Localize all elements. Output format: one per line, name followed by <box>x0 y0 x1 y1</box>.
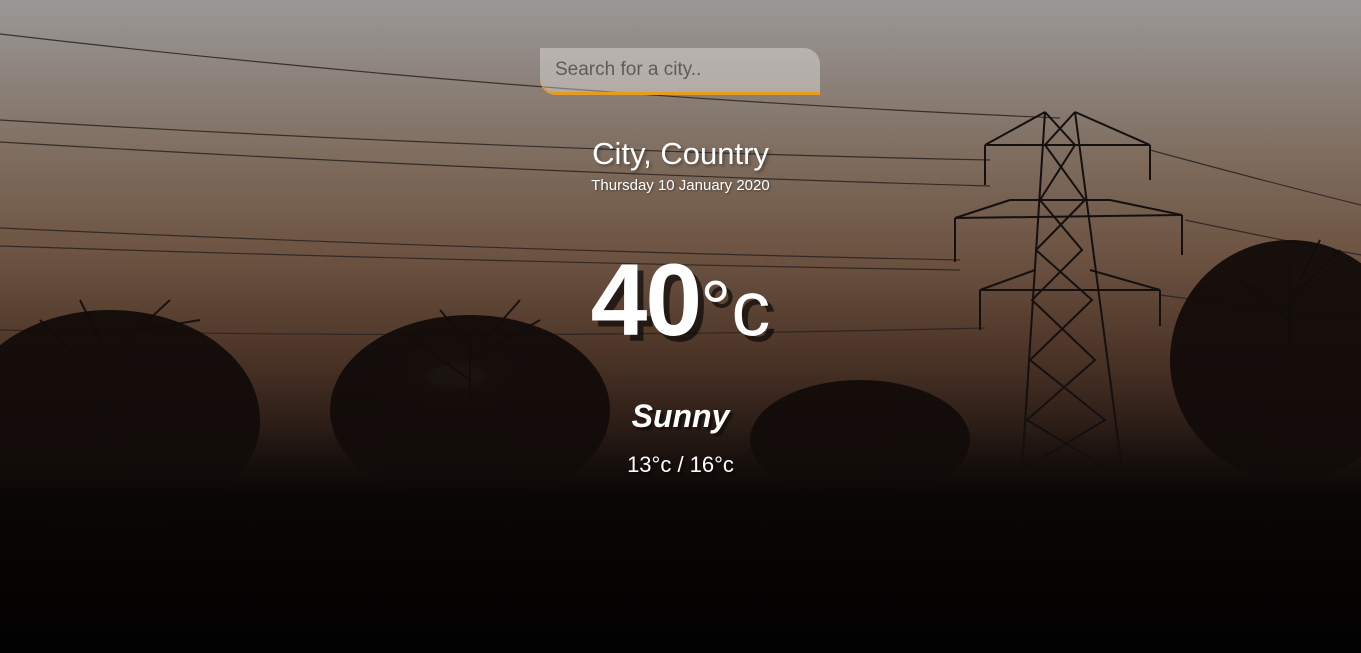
temperature-display: 40°c <box>0 242 1361 359</box>
hi-low-temperature: 13°c / 16°c <box>627 452 734 477</box>
weather-app: City, Country Thursday 10 January 2020 4… <box>0 0 1361 653</box>
location-name: City, Country <box>592 136 769 171</box>
temperature-value: 40 <box>590 243 702 357</box>
weather-condition: Sunny <box>631 398 730 434</box>
city-search-input[interactable] <box>540 48 820 95</box>
current-date: Thursday 10 January 2020 <box>591 177 770 194</box>
temperature-unit: °c <box>700 264 771 352</box>
